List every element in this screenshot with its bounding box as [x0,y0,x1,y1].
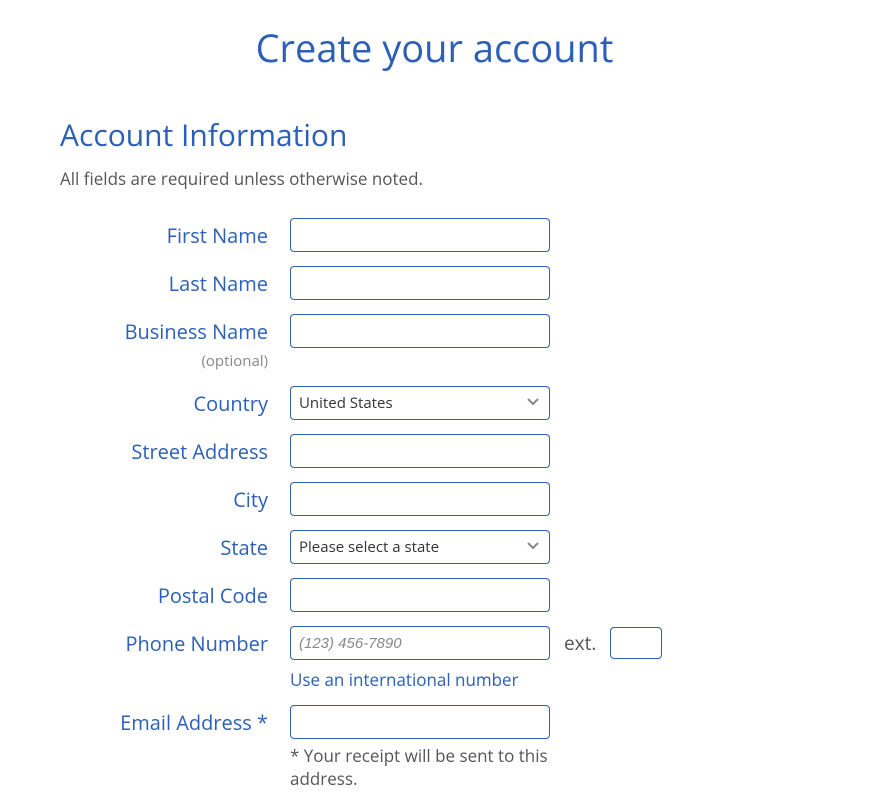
city-input[interactable] [290,482,550,516]
intl-number-link[interactable]: Use an international number [290,660,519,691]
last-name-label: Last Name [60,266,290,297]
country-value: United States [299,393,393,413]
business-name-label-text: Business Name [125,318,268,345]
country-label: Country [60,386,290,417]
last-name-input[interactable] [290,266,550,300]
required-note: All fields are required unless otherwise… [60,167,809,218]
page-title: Create your account [0,0,869,114]
business-name-optional: (optional) [201,351,268,371]
ext-label: ext. [564,630,596,656]
phone-ext-input[interactable] [610,627,662,659]
state-label: State [60,530,290,561]
first-name-input[interactable] [290,218,550,252]
postal-code-input[interactable] [290,578,550,612]
postal-code-label: Postal Code [60,578,290,609]
first-name-label: First Name [60,218,290,249]
city-label: City [60,482,290,513]
business-name-label: Business Name (optional) [60,314,290,372]
street-address-label: Street Address [60,434,290,465]
section-title: Account Information [60,114,809,167]
street-address-input[interactable] [290,434,550,468]
email-address-label: Email Address * [60,705,290,736]
email-note: * Your receipt will be sent to this addr… [290,739,550,791]
phone-number-input[interactable] [290,626,550,660]
chevron-down-icon [525,537,541,558]
email-address-input[interactable] [290,705,550,739]
chevron-down-icon [525,393,541,414]
business-name-input[interactable] [290,314,550,348]
phone-number-label: Phone Number [60,626,290,657]
state-value: Please select a state [299,537,439,557]
country-dropdown[interactable]: United States [290,386,550,420]
state-dropdown[interactable]: Please select a state [290,530,550,564]
